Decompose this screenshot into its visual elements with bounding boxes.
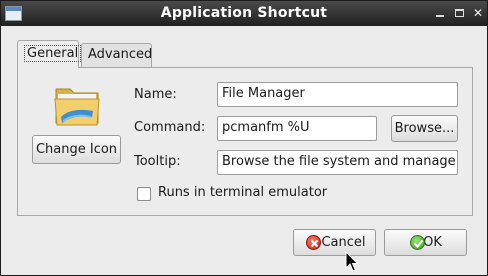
tab-advanced[interactable]: Advanced (81, 43, 152, 67)
tab-general-label: General (24, 45, 82, 62)
browse-button[interactable]: Browse... (391, 115, 458, 142)
terminal-checkbox[interactable] (137, 187, 151, 201)
cancel-button-label: Cancel (321, 235, 366, 250)
close-icon[interactable]: ✕ (471, 6, 485, 20)
title-bar[interactable]: Application Shortcut ✕ (1, 1, 487, 26)
terminal-checkbox-label[interactable]: Runs in terminal emulator (158, 185, 327, 200)
tooltip-field[interactable]: Browse the file system and manage t (217, 150, 458, 175)
tab-advanced-label: Advanced (88, 47, 153, 62)
ok-icon (410, 235, 425, 250)
command-field[interactable]: pcmanfm %U (217, 116, 377, 141)
change-icon-button[interactable]: Change Icon (32, 135, 121, 164)
ok-button[interactable]: OK (384, 229, 467, 256)
tooltip-label: Tooltip: (134, 154, 181, 169)
name-label: Name: (134, 87, 177, 102)
file-manager-folder-icon (54, 88, 100, 126)
cancel-button[interactable]: Cancel (293, 229, 376, 256)
tab-general[interactable]: General (17, 40, 82, 68)
window-title: Application Shortcut (160, 5, 328, 21)
maximize-icon[interactable] (452, 6, 466, 20)
name-field[interactable]: File Manager (217, 82, 458, 107)
command-label: Command: (134, 120, 206, 135)
cancel-icon (306, 235, 321, 250)
application-shortcut-dialog: Application Shortcut ✕ General Advanced … (0, 0, 488, 276)
mouse-cursor-icon (345, 251, 359, 272)
minimize-icon[interactable] (433, 6, 447, 20)
